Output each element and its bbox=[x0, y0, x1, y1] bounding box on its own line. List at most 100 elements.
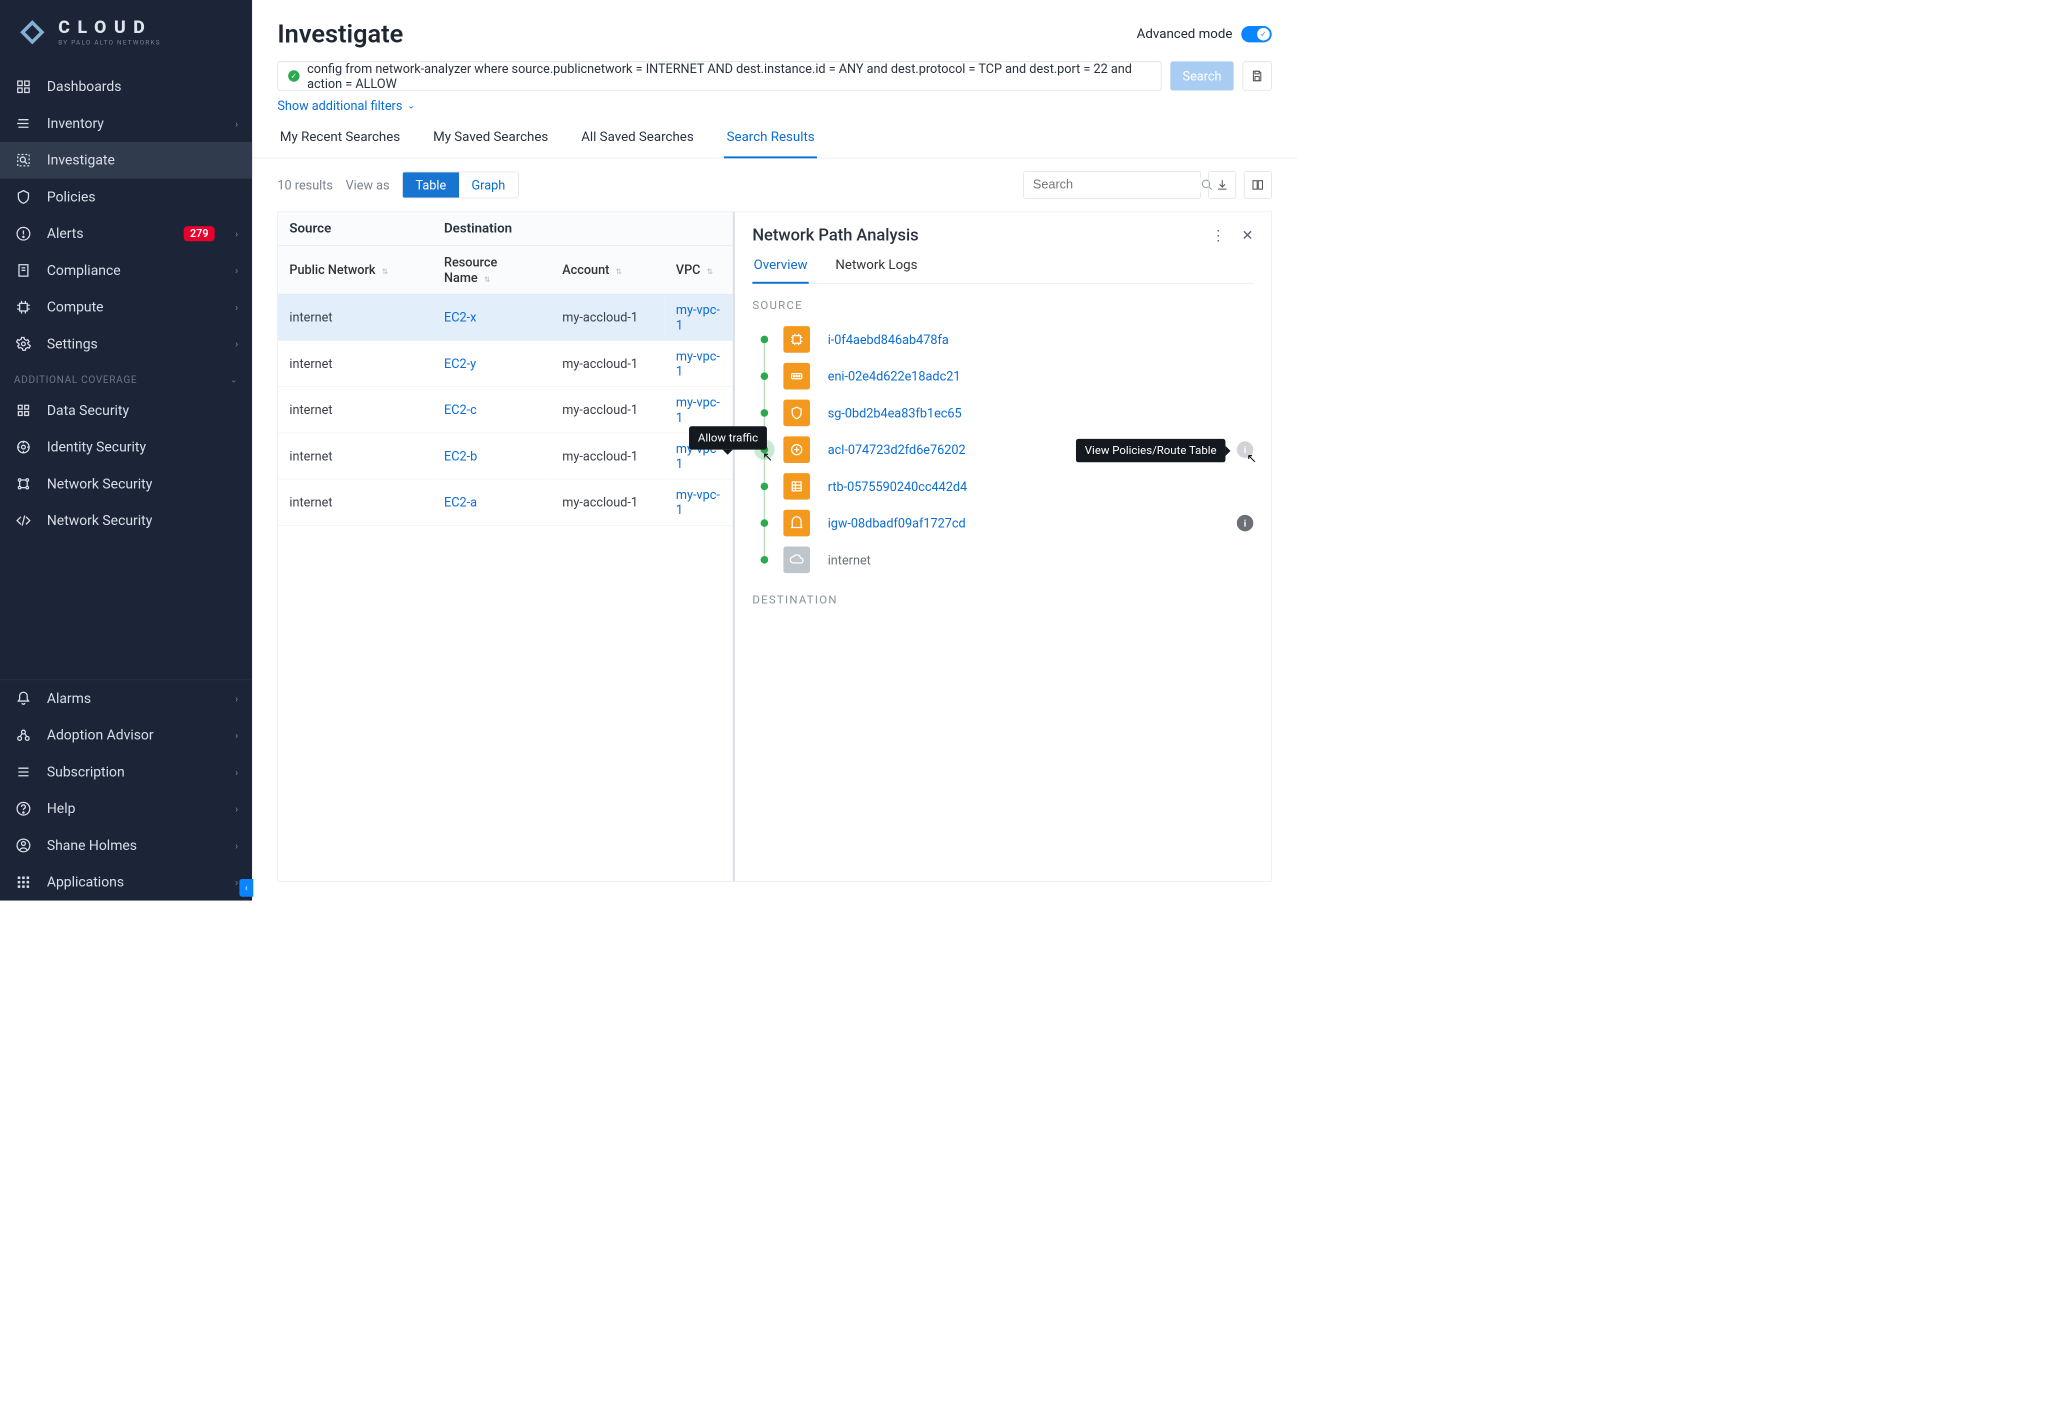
sidebar-item-settings[interactable]: Settings › bbox=[0, 326, 252, 363]
route-table-icon bbox=[783, 473, 810, 500]
chevron-right-icon: › bbox=[235, 338, 238, 350]
filters-link-label: Show additional filters bbox=[277, 98, 402, 113]
view-toggle: Table Graph bbox=[402, 172, 518, 199]
table-search-input[interactable] bbox=[1033, 178, 1201, 193]
show-additional-filters-link[interactable]: Show additional filters ⌄ bbox=[252, 91, 1297, 114]
cell-source: internet bbox=[278, 433, 433, 479]
panel-tab-overview[interactable]: Overview bbox=[752, 258, 808, 284]
sidebar-item-network-security[interactable]: Network Security bbox=[0, 465, 252, 502]
view-toggle-graph[interactable]: Graph bbox=[459, 172, 518, 197]
hop-link[interactable]: rtb-0575590240cc442d4 bbox=[828, 479, 967, 494]
cell-vpc[interactable]: my-vpc-1 bbox=[665, 294, 733, 340]
panel-menu-button[interactable]: ⋮ bbox=[1211, 228, 1225, 244]
advanced-mode-group: Advanced mode bbox=[1137, 26, 1272, 42]
view-toggle-table[interactable]: Table bbox=[403, 172, 459, 197]
columns-button[interactable] bbox=[1244, 171, 1272, 199]
table-row[interactable]: internet EC2-x my-accloud-1 my-vpc-1 bbox=[278, 294, 733, 340]
sidebar-item-dashboards[interactable]: Dashboards bbox=[0, 68, 252, 105]
col-vpc[interactable]: VPC⇅ bbox=[665, 245, 733, 294]
network-security-icon bbox=[14, 474, 33, 493]
sidebar-item-compute[interactable]: Compute › bbox=[0, 289, 252, 326]
hop-info-button[interactable]: i bbox=[1237, 515, 1253, 531]
hop-link[interactable]: acl-074723d2fd6e76202 bbox=[828, 442, 966, 457]
cell-vpc[interactable]: my-vpc-1 bbox=[665, 340, 733, 386]
sidebar-item-inventory[interactable]: Inventory › bbox=[0, 105, 252, 142]
sidebar-item-data-security[interactable]: Data Security bbox=[0, 392, 252, 429]
brand-subtitle: BY PALO ALTO NETWORKS bbox=[58, 40, 161, 46]
sidebar-item-adoption-advisor[interactable]: Adoption Advisor › bbox=[0, 717, 252, 754]
cell-resource[interactable]: EC2-x bbox=[433, 294, 551, 340]
download-button[interactable] bbox=[1208, 171, 1236, 199]
cell-vpc[interactable]: my-vpc-1 bbox=[665, 479, 733, 525]
table-row[interactable]: internet EC2-b my-accloud-1 my-vpc-1 bbox=[278, 433, 733, 479]
sidebar-item-policies[interactable]: Policies bbox=[0, 179, 252, 216]
chevron-down-icon: ⌄ bbox=[407, 101, 414, 111]
sidebar-item-alarms[interactable]: Alarms › bbox=[0, 680, 252, 717]
sidebar-item-user[interactable]: Shane Holmes › bbox=[0, 827, 252, 864]
network-path-panel: Network Path Analysis ⋮ ✕ Overview Netwo… bbox=[733, 212, 1271, 882]
query-valid-icon: ✓ bbox=[288, 70, 299, 81]
path-node-icon bbox=[761, 336, 769, 344]
sidebar-item-identity-security[interactable]: Identity Security bbox=[0, 429, 252, 466]
view-policies-tooltip: View Policies/Route Table bbox=[1076, 439, 1226, 462]
sidebar-item-applications[interactable]: Applications › bbox=[0, 864, 252, 901]
chevron-right-icon: › bbox=[235, 729, 238, 741]
collapse-sidebar-button[interactable]: ‹ bbox=[239, 879, 253, 897]
sidebar-item-help[interactable]: Help › bbox=[0, 790, 252, 827]
brand-logo-icon bbox=[18, 18, 47, 47]
tab-search-results[interactable]: Search Results bbox=[724, 130, 817, 158]
col-public-network[interactable]: Public Network⇅ bbox=[278, 245, 433, 294]
path-node-icon bbox=[761, 372, 769, 380]
hop-internet: internet bbox=[752, 541, 1253, 578]
panel-tab-network-logs[interactable]: Network Logs bbox=[834, 258, 919, 283]
panel-close-button[interactable]: ✕ bbox=[1242, 228, 1254, 244]
subscription-icon bbox=[14, 762, 33, 781]
sort-icon: ⇅ bbox=[616, 267, 622, 276]
sidebar-item-investigate[interactable]: Investigate bbox=[0, 142, 252, 179]
sidebar-item-compliance[interactable]: Compliance › bbox=[0, 252, 252, 289]
sidebar-item-label: Inventory bbox=[47, 116, 104, 132]
chevron-right-icon: › bbox=[235, 803, 238, 815]
table-search-field[interactable] bbox=[1023, 171, 1200, 199]
cell-source: internet bbox=[278, 479, 433, 525]
tab-my-saved-searches[interactable]: My Saved Searches bbox=[431, 130, 551, 158]
advanced-mode-toggle[interactable] bbox=[1241, 26, 1271, 42]
cell-resource[interactable]: EC2-y bbox=[433, 340, 551, 386]
col-account[interactable]: Account⇅ bbox=[551, 245, 665, 294]
tab-my-recent-searches[interactable]: My Recent Searches bbox=[277, 130, 402, 158]
hop-info-button[interactable]: i bbox=[1237, 441, 1253, 457]
table-row[interactable]: internet EC2-c my-accloud-1 my-vpc-1 bbox=[278, 387, 733, 433]
table-row[interactable]: internet EC2-y my-accloud-1 my-vpc-1 bbox=[278, 340, 733, 386]
tab-all-saved-searches[interactable]: All Saved Searches bbox=[579, 130, 697, 158]
hop-link[interactable]: i-0f4aebd846ab478fa bbox=[828, 332, 949, 347]
col-group-destination: Destination bbox=[433, 212, 733, 245]
additional-coverage-header[interactable]: ADDITIONAL COVERAGE ⌄ bbox=[0, 362, 252, 392]
viewas-label: View as bbox=[346, 177, 390, 192]
cell-resource[interactable]: EC2-b bbox=[433, 433, 551, 479]
hop-link[interactable]: igw-08dbadf09af1727cd bbox=[828, 516, 966, 531]
main: Investigate Advanced mode ✓ config from … bbox=[252, 0, 1297, 901]
table-row[interactable]: internet EC2-a my-accloud-1 my-vpc-1 bbox=[278, 479, 733, 525]
nav-bottom: Alarms › Adoption Advisor › Subscription… bbox=[0, 680, 252, 900]
col-resource-name[interactable]: Resource Name⇅ bbox=[433, 245, 551, 294]
query-input[interactable]: ✓ config from network-analyzer where sou… bbox=[277, 61, 1161, 90]
results-count: 10 results bbox=[277, 177, 333, 192]
code-icon bbox=[14, 511, 33, 530]
cell-resource[interactable]: EC2-a bbox=[433, 479, 551, 525]
cell-source: internet bbox=[278, 340, 433, 386]
hop-link[interactable]: eni-02e4d622e18adc21 bbox=[828, 369, 961, 384]
search-button[interactable]: Search bbox=[1170, 61, 1233, 90]
sidebar-item-subscription[interactable]: Subscription › bbox=[0, 754, 252, 791]
cell-resource[interactable]: EC2-c bbox=[433, 387, 551, 433]
sidebar-item-label: Investigate bbox=[47, 152, 115, 168]
dashboards-icon bbox=[14, 77, 33, 96]
path-node-icon bbox=[761, 409, 769, 417]
hop-link[interactable]: sg-0bd2b4ea83fb1ec65 bbox=[828, 405, 962, 420]
advanced-mode-label: Advanced mode bbox=[1137, 26, 1233, 41]
save-query-button[interactable] bbox=[1243, 61, 1272, 90]
sidebar-item-alerts[interactable]: Alerts 279 › bbox=[0, 215, 252, 252]
sidebar-item-network-security-code[interactable]: Network Security bbox=[0, 502, 252, 539]
additional-coverage-label: ADDITIONAL COVERAGE bbox=[14, 374, 137, 386]
panel-title: Network Path Analysis bbox=[752, 226, 918, 245]
hop-label: internet bbox=[828, 552, 871, 567]
